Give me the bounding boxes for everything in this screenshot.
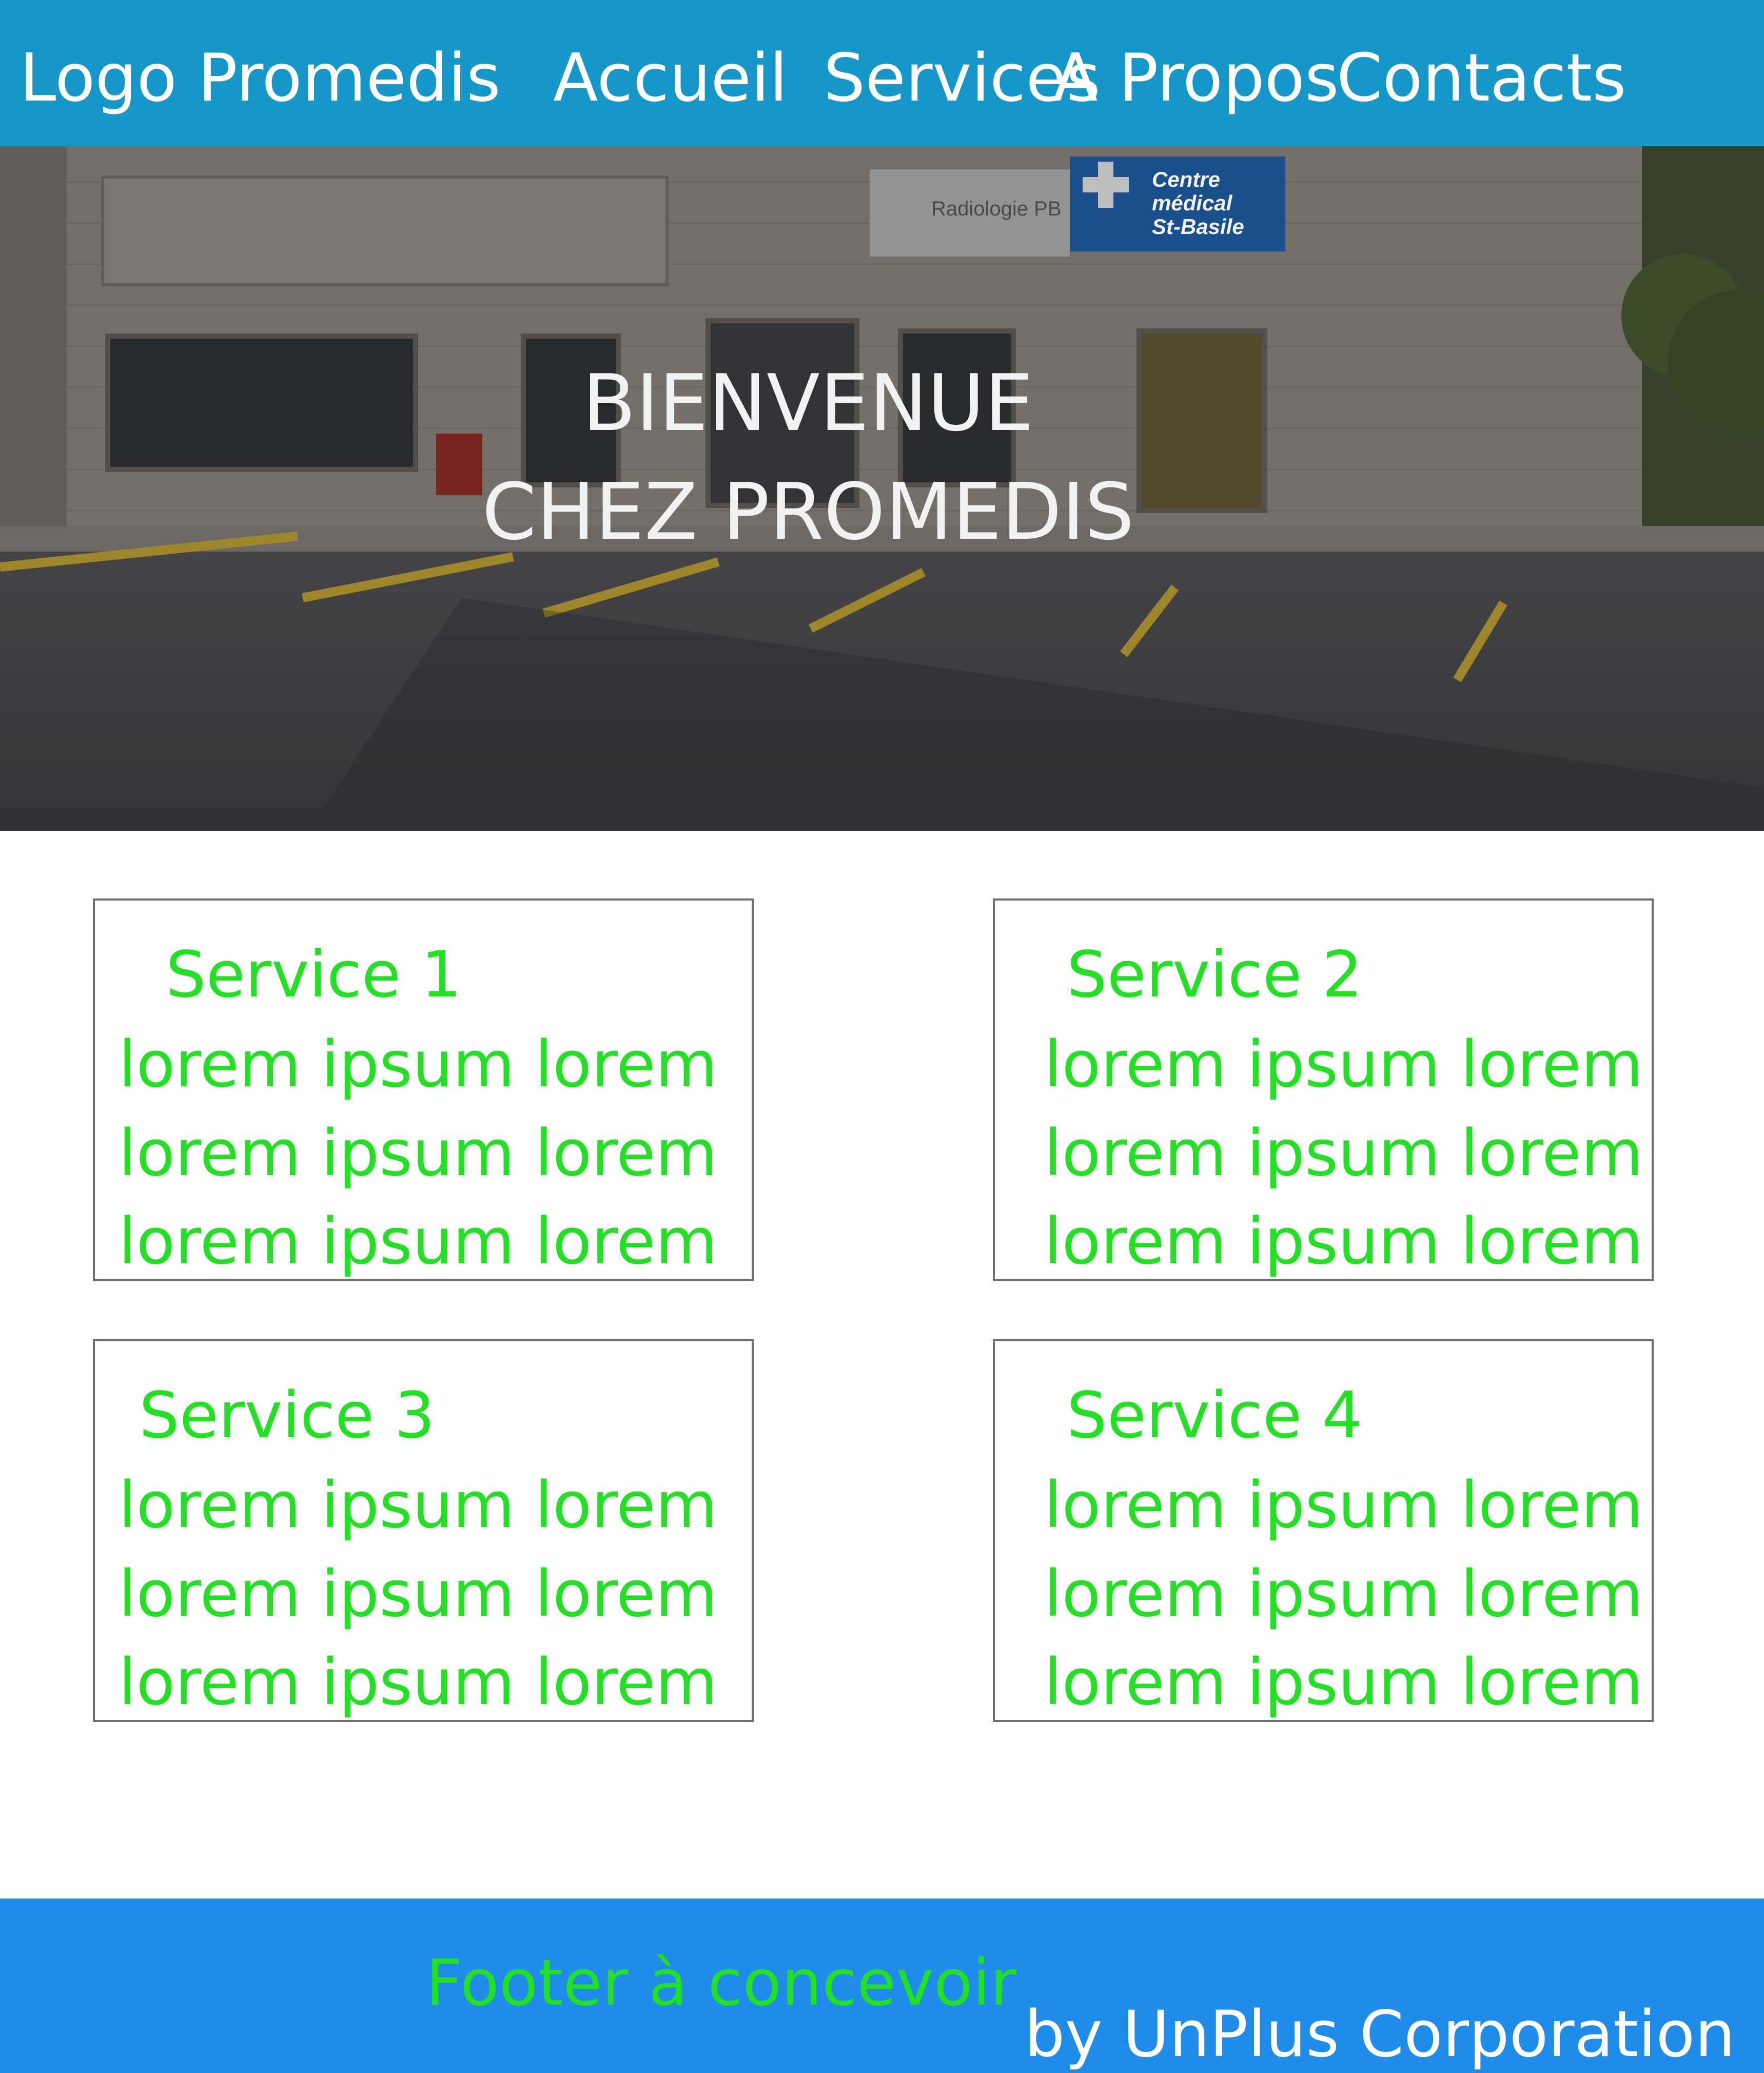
hero-title-line-2: CHEZ PROMEDIS [482,466,1134,557]
service-description-line: lorem ipsum lorem [1044,1469,1643,1542]
nav-accueil[interactable]: Accueil [553,40,788,117]
nav-contacts[interactable]: Contacts [1337,40,1626,117]
hero-title: BIENVENUE CHEZ PROMEDIS [0,349,1616,566]
service-description-line: lorem ipsum lorem [119,1646,718,1719]
service-title: Service 1 [166,938,462,1012]
service-description-line: lorem ipsum lorem [1044,1117,1643,1190]
service-description-line: lorem ipsum lorem [1044,1646,1643,1719]
service-description-line: lorem ipsum lorem [119,1028,718,1102]
footer-credit: by UnPlus Corporation [1024,1998,1735,2071]
top-navigation-bar: Logo Promedis Accueil Services A Propos … [0,0,1764,146]
hero-banner: Radiologie PB Centre médical St-Basile B… [0,146,1764,831]
footer: Footer à concevoir by UnPlus Corporation [0,1899,1764,2073]
service-description-line: lorem ipsum lorem [1044,1205,1643,1279]
service-card-1[interactable]: Service 1 lorem ipsum lorem lorem ipsum … [93,898,754,1281]
service-title: Service 3 [139,1379,435,1453]
service-description-line: lorem ipsum lorem [119,1469,718,1542]
service-title: Service 2 [1067,938,1363,1012]
nav-a-propos[interactable]: A Propos [1053,40,1339,117]
hero-title-line-1: BIENVENUE [582,358,1034,448]
service-description-line: lorem ipsum lorem [119,1205,718,1279]
service-description-line: lorem ipsum lorem [119,1117,718,1190]
service-card-3[interactable]: Service 3 lorem ipsum lorem lorem ipsum … [93,1339,754,1722]
service-description-line: lorem ipsum lorem [1044,1557,1643,1631]
service-description-line: lorem ipsum lorem [1044,1028,1643,1102]
service-card-4[interactable]: Service 4 lorem ipsum lorem lorem ipsum … [993,1339,1654,1722]
service-title: Service 4 [1067,1379,1363,1453]
footer-placeholder-text: Footer à concevoir [426,1946,1017,2020]
sign-radiologie: Radiologie PB [931,198,1062,220]
service-description-line: lorem ipsum lorem [119,1557,718,1631]
service-card-2[interactable]: Service 2 lorem ipsum lorem lorem ipsum … [993,898,1654,1281]
sign-centre-medical: Centre médical St-Basile [1152,167,1244,239]
logo-promedis[interactable]: Logo Promedis [19,40,501,117]
